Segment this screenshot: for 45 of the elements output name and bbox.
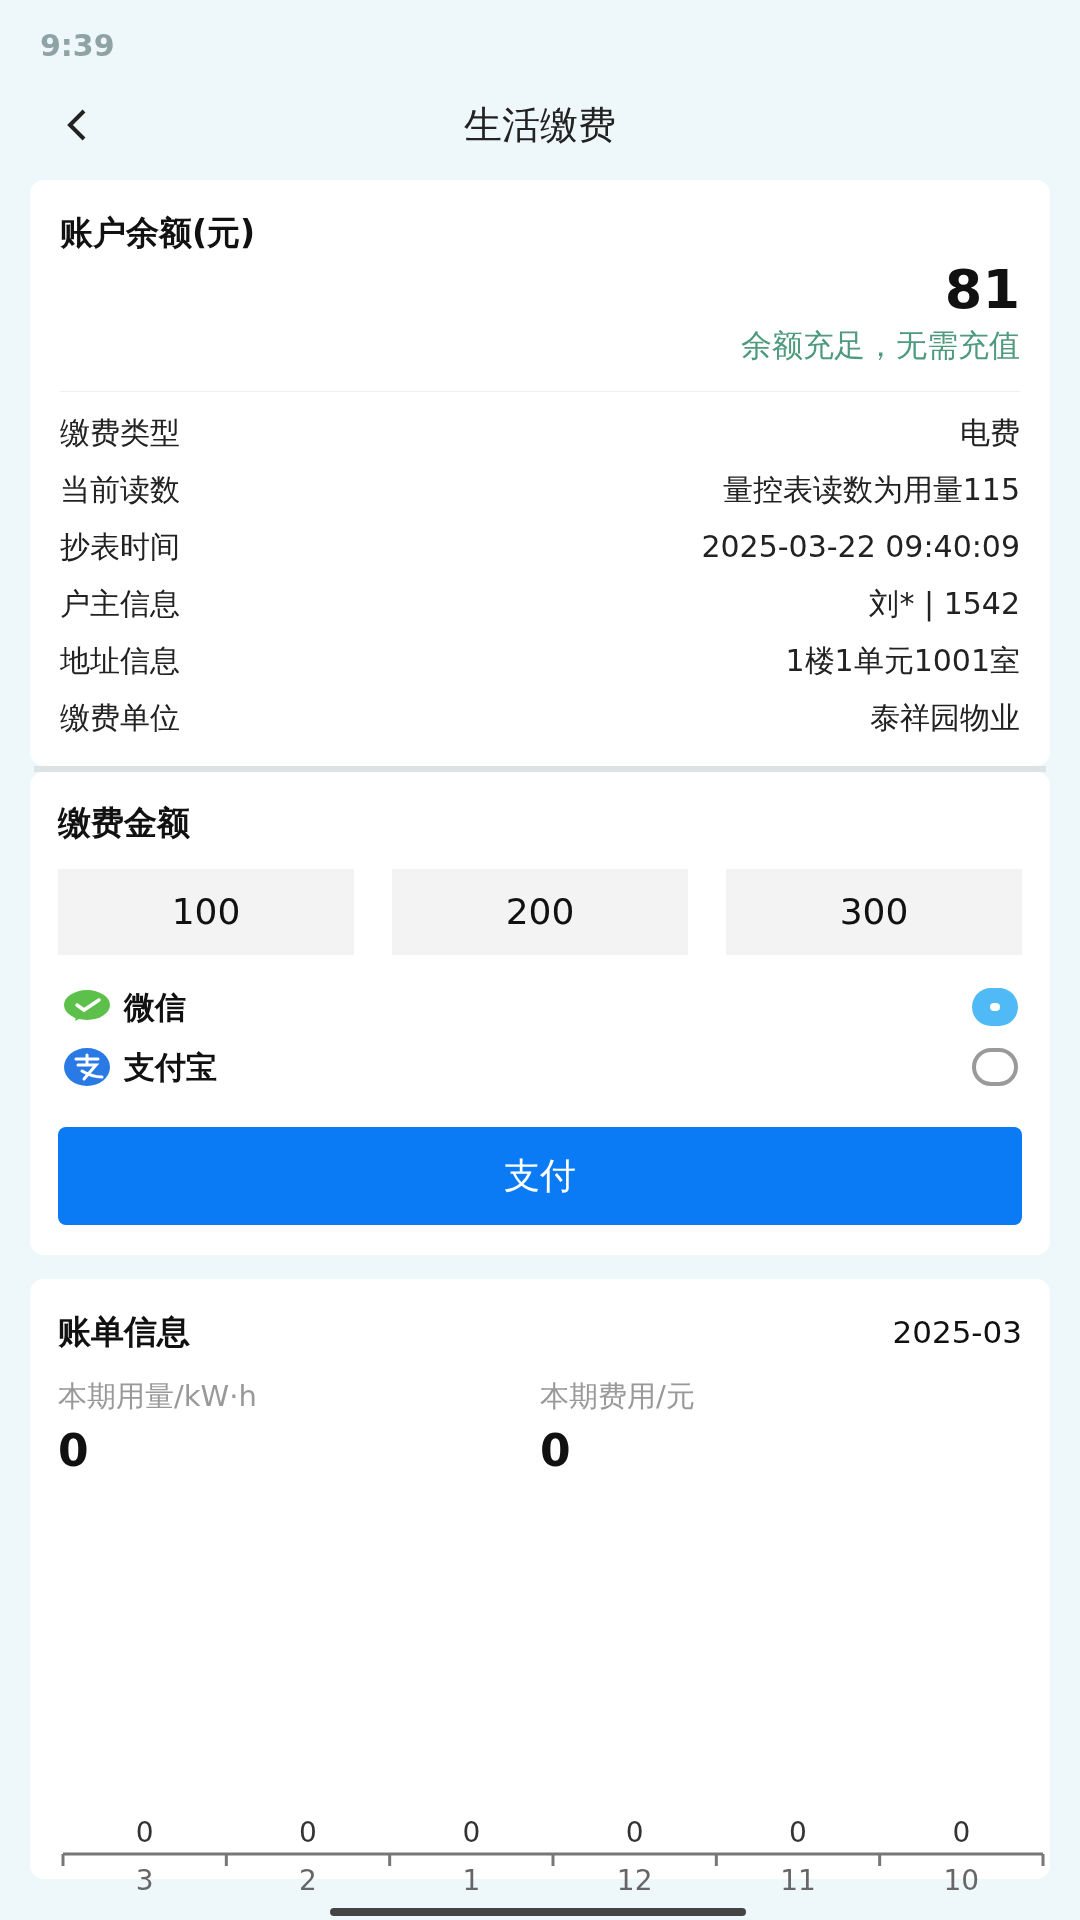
axis-label: 11: [780, 1864, 816, 1898]
stat-value: 0: [58, 1424, 90, 1479]
detail-value: 电费: [960, 413, 1020, 452]
balance-label: 账户余额(元): [60, 212, 257, 254]
stat-label: 本期费用/元: [540, 1377, 696, 1415]
detail-label: 抄表时间: [60, 527, 180, 566]
axis-label: 12: [616, 1864, 653, 1898]
axis-label: 10: [943, 1864, 980, 1898]
balance-amount: 81: [944, 257, 1020, 323]
value-label: 0: [135, 1816, 154, 1850]
page-title: 生活缴费: [464, 101, 616, 149]
radio-button[interactable]: [972, 1048, 1018, 1087]
detail-value: 1楼1单元1001室: [785, 641, 1020, 680]
detail-value: 2025-03-22 09:40:09: [701, 527, 1020, 566]
axis-label: 2: [299, 1864, 317, 1898]
amount-option[interactable]: 100: [58, 869, 354, 956]
status-time: 9:39: [40, 26, 115, 65]
alipay-icon: [64, 1047, 110, 1088]
bill-month: 2025-03: [892, 1312, 1022, 1352]
payment-method-label: 微信: [124, 988, 186, 1028]
amount-option[interactable]: 200: [392, 869, 688, 956]
detail-label: 户主信息: [60, 584, 180, 623]
detail-value: 刘* | 1542: [869, 584, 1020, 624]
payment-title: 缴费金额: [58, 801, 191, 844]
pay-button[interactable]: 支付: [58, 1127, 1022, 1226]
axis-label: 1: [462, 1864, 481, 1898]
value-label: 0: [625, 1816, 644, 1850]
value-label: 0: [952, 1816, 971, 1850]
bill-title: 账单信息: [58, 1311, 190, 1354]
detail-label: 缴费类型: [60, 413, 180, 452]
stat-label: 本期用量/kW·h: [58, 1377, 258, 1415]
stat-value: 0: [540, 1424, 572, 1479]
radio-button[interactable]: [972, 988, 1018, 1027]
detail-label: 缴费单位: [60, 698, 180, 737]
amount-option[interactable]: 300: [726, 869, 1022, 956]
value-label: 0: [789, 1816, 807, 1850]
detail-value: 量控表读数为用量115: [722, 470, 1020, 509]
balance-note: 余额充足，无需充值: [741, 326, 1020, 366]
axis-label: 3: [135, 1864, 154, 1898]
detail-label: 当前读数: [60, 470, 180, 509]
value-label: 0: [462, 1816, 481, 1850]
payment-method-label: 支付宝: [124, 1048, 217, 1088]
value-label: 0: [299, 1816, 317, 1850]
detail-value: 泰祥园物业: [870, 698, 1020, 737]
detail-label: 地址信息: [60, 641, 180, 680]
